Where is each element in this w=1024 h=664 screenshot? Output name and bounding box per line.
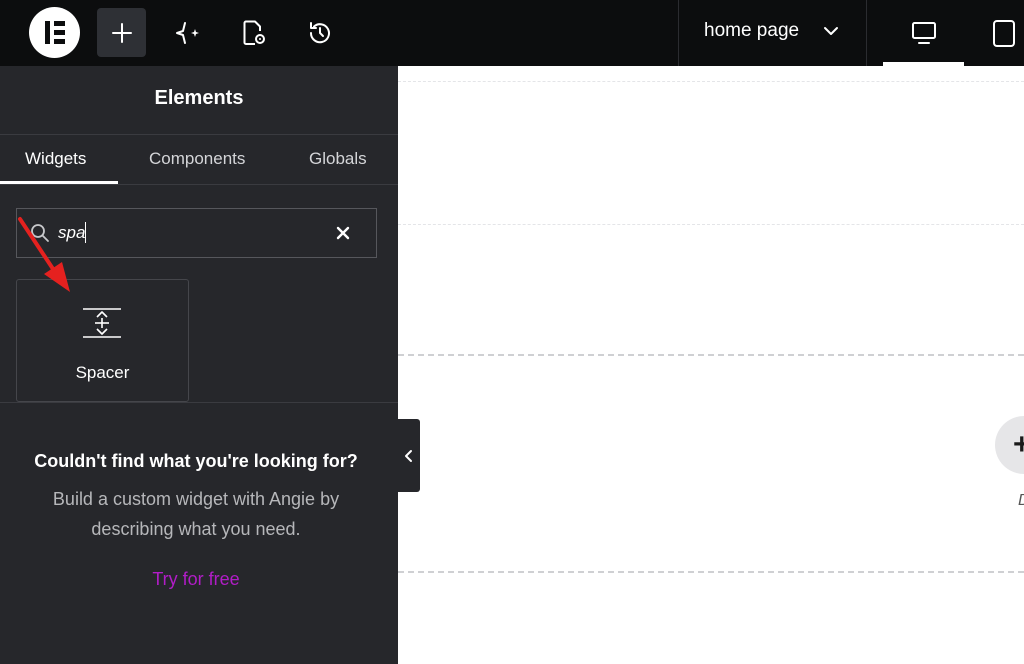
mobile-view-button[interactable]	[984, 0, 1024, 66]
help-text-line1: Build a custom widget with Angie by	[52, 489, 340, 509]
desktop-view-button[interactable]	[883, 0, 964, 66]
chevron-down-icon	[824, 27, 838, 35]
section-outline	[398, 224, 1024, 225]
text-caret	[85, 222, 86, 243]
section-outline	[398, 81, 1024, 82]
try-for-free-link[interactable]: Try for free	[0, 569, 392, 590]
search-icon	[31, 224, 49, 242]
widget-search[interactable]: spa	[16, 208, 377, 258]
mobile-icon	[993, 20, 1015, 47]
chevron-left-icon	[405, 449, 412, 462]
drop-zone-border	[398, 354, 1024, 356]
drop-zone-hint: D	[1018, 492, 1024, 510]
active-device-indicator	[883, 62, 964, 66]
desktop-icon	[911, 22, 936, 44]
widget-spacer[interactable]: Spacer	[16, 279, 189, 402]
close-icon[interactable]	[333, 223, 353, 243]
tab-components[interactable]: Components	[149, 149, 245, 169]
tab-globals[interactable]: Globals	[309, 149, 367, 169]
tab-widgets[interactable]: Widgets	[25, 149, 86, 169]
divider	[0, 184, 398, 185]
help-title: Couldn't find what you're looking for?	[34, 451, 358, 471]
ai-button[interactable]	[163, 8, 212, 57]
add-section-button[interactable]: +	[995, 416, 1024, 474]
divider	[0, 402, 398, 403]
top-bar: home page	[0, 0, 1024, 66]
spacer-icon	[83, 308, 121, 338]
plus-icon: +	[1013, 428, 1024, 461]
elements-panel: Elements Widgets Components Globals spa …	[0, 66, 398, 664]
elementor-logo[interactable]	[29, 7, 80, 58]
help-text-line2: describing what you need.	[91, 519, 301, 539]
sparkle-icon	[175, 21, 199, 44]
collapse-panel-button[interactable]	[398, 419, 420, 492]
widget-label: Spacer	[75, 363, 130, 382]
search-input[interactable]: spa	[58, 223, 85, 243]
drop-zone-border	[398, 571, 1024, 573]
panel-title: Elements	[154, 87, 244, 109]
divider	[0, 134, 398, 135]
page-selector[interactable]: home page	[678, 0, 867, 66]
history-button[interactable]	[295, 8, 344, 57]
plus-icon	[111, 22, 132, 43]
history-icon	[309, 21, 330, 43]
page-settings-button[interactable]	[229, 8, 278, 57]
page-settings-icon	[243, 20, 265, 45]
add-element-button[interactable]	[97, 8, 146, 57]
page-selector-label: home page	[704, 20, 800, 41]
